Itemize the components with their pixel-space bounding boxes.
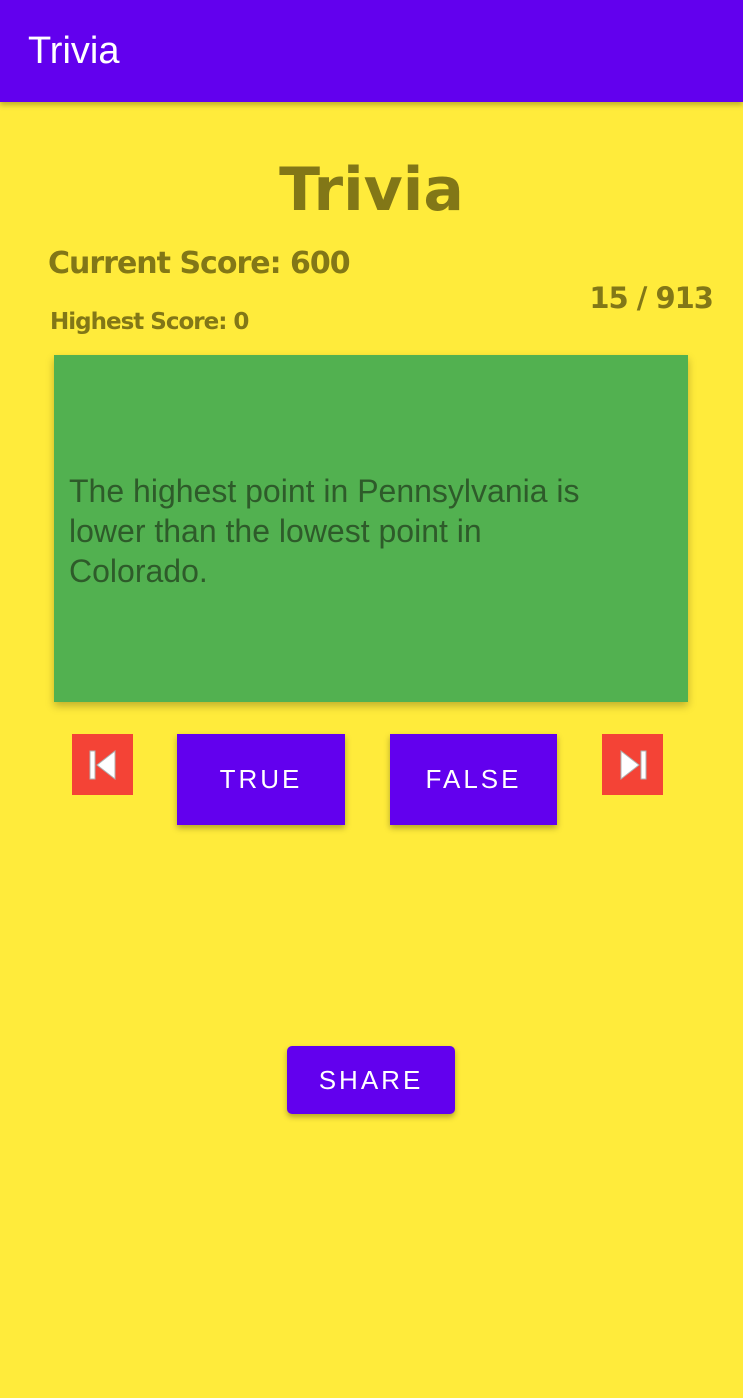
true-button[interactable]: TRUE (177, 734, 345, 825)
previous-question-button[interactable] (72, 734, 133, 795)
false-button[interactable]: FALSE (390, 734, 557, 825)
page-title: Trivia (279, 155, 464, 225)
question-text: The highest point in Pennsylvania is low… (69, 473, 580, 589)
skip-previous-icon (89, 749, 115, 780)
share-button[interactable]: SHARE (287, 1046, 455, 1114)
question-card: The highest point in Pennsylvania is low… (54, 355, 688, 702)
app-bar-title: Trivia (28, 30, 120, 72)
skip-next-icon (620, 749, 646, 780)
current-score-label: Current Score: 600 (48, 246, 351, 281)
highest-score-label: Highest Score: 0 (50, 309, 249, 335)
next-question-button[interactable] (602, 734, 663, 795)
question-counter: 15 / 913 (589, 281, 714, 315)
app-bar: Trivia (0, 0, 743, 102)
